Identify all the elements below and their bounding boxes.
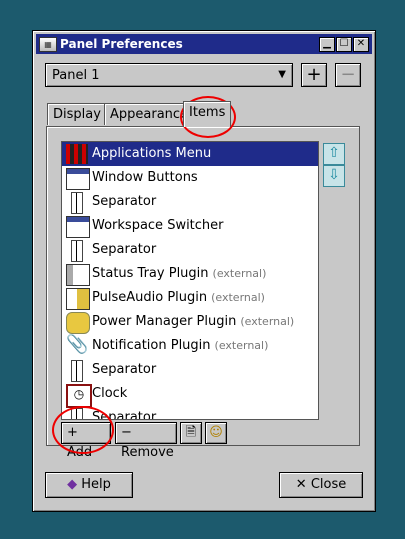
list-item-label: Notification Plugin	[92, 338, 211, 353]
about-item-button[interactable]: ☺	[205, 422, 227, 444]
tab-items[interactable]: Items	[183, 101, 232, 127]
close-button[interactable]: ✕ Close	[279, 472, 363, 498]
remove-item-button[interactable]: − Remove	[115, 422, 177, 460]
list-item-label: Applications Menu	[92, 146, 212, 161]
separator-icon	[71, 192, 83, 214]
list-item-label: PulseAudio Plugin	[92, 290, 208, 305]
list-item[interactable]: Status Tray Plugin (external)	[62, 262, 318, 286]
separator-icon	[71, 240, 83, 262]
list-item[interactable]: PulseAudio Plugin (external)	[62, 286, 318, 310]
list-item-label: Workspace Switcher	[92, 218, 224, 233]
add-panel-button[interactable]: +	[301, 63, 327, 87]
window-buttons-icon	[66, 168, 90, 190]
help-label: Help	[81, 477, 111, 492]
close-label: Close	[310, 477, 347, 492]
pulseaudio-icon	[66, 288, 90, 310]
list-item-label: Separator	[92, 242, 157, 257]
external-tag: (external)	[214, 339, 269, 352]
item-properties-button[interactable]: 🗎	[180, 422, 202, 444]
tab-display[interactable]: Display	[47, 103, 107, 125]
list-item-label: Status Tray Plugin	[92, 266, 209, 281]
external-tag: (external)	[211, 291, 265, 304]
move-up-button[interactable]: ⇧	[323, 143, 345, 165]
move-down-button[interactable]: ⇩	[323, 165, 345, 187]
help-button[interactable]: ◆ Help	[45, 472, 133, 498]
separator-icon	[71, 360, 83, 382]
list-item[interactable]: Separator	[62, 358, 318, 382]
list-item[interactable]: Applications Menu	[62, 142, 318, 166]
maximize-button[interactable]: ☐	[336, 37, 352, 52]
status-tray-icon	[66, 264, 90, 286]
power-manager-icon	[66, 312, 90, 334]
window-title: Panel Preferences	[60, 37, 183, 51]
external-tag: (external)	[240, 315, 295, 328]
list-item-label: Separator	[92, 194, 157, 209]
remove-panel-button[interactable]: −	[335, 63, 361, 87]
panel-prefs-icon: ▦	[39, 37, 57, 52]
close-icon: ✕	[295, 477, 307, 492]
chevron-down-icon: ▼	[278, 69, 286, 80]
applications-menu-icon	[66, 144, 88, 164]
properties-icon: 🗎	[185, 425, 197, 440]
title-bar[interactable]: ▦ Panel Preferences ▁ ☐ ✕	[36, 34, 372, 54]
close-window-button[interactable]: ✕	[353, 37, 369, 52]
smiley-icon: ☺	[209, 425, 223, 440]
panel-select-value: Panel 1	[52, 68, 100, 83]
list-item-label: Power Manager Plugin	[92, 314, 237, 329]
clock-icon: ◷	[66, 384, 92, 408]
list-item[interactable]: Workspace Switcher	[62, 214, 318, 238]
list-item[interactable]: Separator	[62, 238, 318, 262]
external-tag: (external)	[212, 267, 267, 280]
list-item[interactable]: Separator	[62, 190, 318, 214]
plugin-list[interactable]: Applications Menu Window Buttons Separat…	[61, 141, 319, 420]
notification-icon: 📎	[66, 334, 89, 355]
list-item-label: Separator	[92, 362, 157, 377]
list-item[interactable]: 📎 Notification Plugin (external)	[62, 334, 318, 358]
list-item[interactable]: ◷ Clock	[62, 382, 318, 408]
list-item[interactable]: Power Manager Plugin (external)	[62, 310, 318, 334]
list-item-label: Window Buttons	[92, 170, 198, 185]
help-icon: ◆	[67, 477, 78, 492]
workspace-switcher-icon	[66, 216, 90, 238]
minimize-button[interactable]: ▁	[319, 37, 335, 52]
panel-select[interactable]: Panel 1 ▼	[45, 63, 293, 87]
list-item[interactable]: Window Buttons	[62, 166, 318, 190]
annotation-circle-add	[52, 406, 114, 454]
list-item-label: Clock	[92, 386, 128, 401]
